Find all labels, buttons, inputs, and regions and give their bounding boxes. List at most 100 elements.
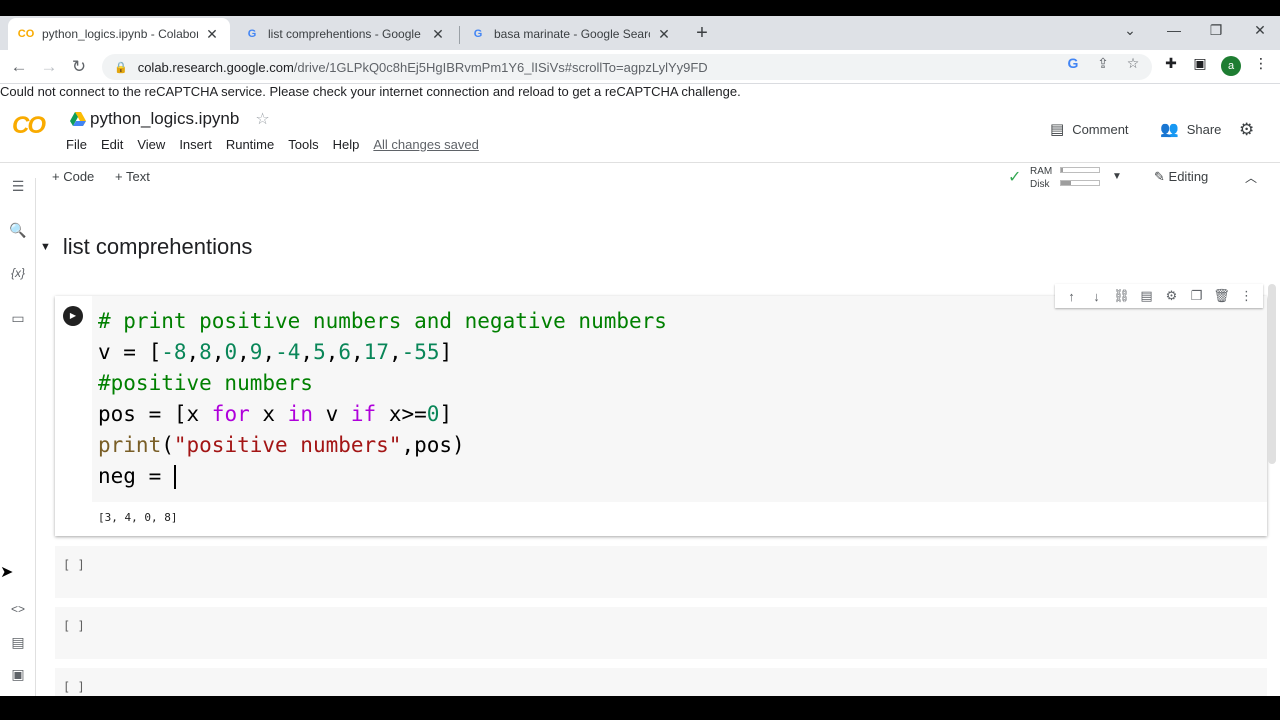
url-host: colab.research.google.com [137, 59, 294, 75]
collapse-header-icon[interactable]: ︿ [1245, 169, 1257, 186]
add-code-button[interactable]: + Code [52, 169, 94, 184]
forward-icon[interactable]: → [38, 56, 60, 78]
comment-icon[interactable]: ▤ [1134, 288, 1159, 304]
menu-tools[interactable]: Tools [288, 137, 318, 152]
bookmark-star-icon[interactable]: ☆ [1124, 55, 1142, 72]
more-options-icon[interactable]: ⋮ [1234, 288, 1259, 304]
move-down-icon[interactable]: ↓ [1084, 289, 1109, 304]
section-title: list comprehentions [62, 234, 253, 259]
tab-colab[interactable]: CO python_logics.ipynb - Colaborato ✕ [8, 18, 230, 50]
files-folder-icon[interactable]: ▭ [8, 310, 28, 327]
pencil-icon: ✎ [1154, 169, 1165, 184]
side-panel-icon[interactable]: ▣ [1191, 55, 1209, 72]
restore-icon[interactable]: ❐ [1206, 22, 1226, 39]
extensions-icon[interactable]: ✚ [1162, 55, 1180, 72]
run-cell-button[interactable]: ▶ [63, 306, 83, 326]
code-text[interactable]: # print positive numbers and negative nu… [98, 306, 667, 492]
cell-actions-toolbar: ↑ ↓ ⛓ ▤ ⚙ ❐ 🗑 ⋮ [1055, 284, 1263, 308]
profile-avatar[interactable]: a [1221, 56, 1241, 76]
star-icon[interactable]: ☆ [255, 109, 269, 129]
menu-bar: File Edit View Insert Runtime Tools Help… [66, 137, 493, 152]
url-path: /drive/1GLPkQ0c8hEj5HgIBRvmPm1Y6_lISiVs#… [293, 59, 708, 75]
share-label: Share [1186, 121, 1222, 137]
terminal-icon[interactable]: ▣ [8, 666, 28, 683]
run-indicator[interactable]: [ ] [63, 680, 85, 694]
share-page-icon[interactable]: ⇪ [1094, 55, 1112, 72]
settings-button[interactable]: ⚙ [1239, 120, 1262, 140]
google-drive-icon[interactable] [70, 112, 86, 126]
run-indicator[interactable]: [ ] [63, 558, 85, 572]
code-snippets-icon[interactable]: <> [8, 602, 28, 616]
text-cursor [173, 465, 176, 489]
ram-label: RAM [1030, 166, 1053, 177]
delete-icon[interactable]: 🗑 [1209, 288, 1234, 304]
chrome-menu-icon[interactable]: ⋮ [1252, 55, 1270, 72]
editing-mode-button[interactable]: ✎ Editing [1154, 169, 1208, 185]
mouse-pointer-icon: ➤ [0, 564, 14, 581]
comment-button[interactable]: ▤ Comment [1050, 120, 1129, 138]
back-icon[interactable]: ← [8, 56, 30, 78]
gear-icon[interactable]: ⚙ [1159, 288, 1184, 304]
close-window-icon[interactable]: ✕ [1250, 22, 1270, 39]
resources-indicator[interactable]: RAM Disk [1030, 165, 1052, 191]
menu-view[interactable]: View [137, 137, 165, 152]
minimize-icon[interactable]: — [1164, 22, 1184, 38]
google-lens-icon[interactable]: G [1064, 55, 1082, 71]
tab-list-comprehentions[interactable]: G list comprehentions - Google Se ✕ [234, 18, 456, 50]
tab-search-chevron-icon[interactable]: ⌄ [1120, 22, 1140, 39]
google-favicon-icon: G [473, 28, 483, 40]
colab-favicon-icon: CO [17, 28, 35, 40]
code-cell[interactable]: ▶ # print positive numbers and negative … [55, 284, 1267, 536]
mirror-cell-icon[interactable]: ❐ [1184, 288, 1209, 304]
empty-code-cell[interactable]: [ ] [55, 546, 1267, 598]
tab-title: basa marinate - Google Search [494, 27, 650, 41]
close-tab-icon[interactable]: ✕ [430, 26, 446, 43]
resources-dropdown-icon[interactable]: ▼ [1112, 171, 1122, 182]
menu-runtime[interactable]: Runtime [226, 137, 274, 152]
share-button[interactable]: 👥 Share [1160, 120, 1221, 138]
people-icon: 👥 [1160, 121, 1179, 138]
cell-output: [3, 4, 0, 8] [98, 511, 178, 524]
empty-code-cell[interactable]: [ ] [55, 607, 1267, 659]
close-tab-icon[interactable]: ✕ [204, 26, 220, 43]
section-heading: ▼ list comprehentions [40, 234, 252, 260]
scrollbar[interactable] [1268, 284, 1276, 464]
collapse-section-icon[interactable]: ▼ [40, 241, 51, 253]
link-icon[interactable]: ⛓ [1109, 288, 1134, 304]
browser-tabbar: CO python_logics.ipynb - Colaborato ✕ G … [0, 16, 1280, 50]
menu-insert[interactable]: Insert [179, 137, 212, 152]
gear-icon: ⚙ [1239, 120, 1255, 139]
variables-icon[interactable]: {x} [8, 266, 28, 280]
menu-help[interactable]: Help [333, 137, 360, 152]
command-palette-icon[interactable]: ▤ [8, 634, 28, 651]
captcha-error-message: Could not connect to the reCAPTCHA servi… [0, 84, 741, 99]
tab-title: list comprehentions - Google Se [268, 27, 424, 41]
search-icon[interactable]: 🔍 [8, 222, 28, 239]
comment-icon: ▤ [1050, 121, 1065, 138]
table-of-contents-icon[interactable]: ☰ [8, 178, 28, 195]
new-tab-icon[interactable]: + [692, 22, 712, 46]
ram-meter [1060, 167, 1100, 173]
ram-meter-fill [1061, 168, 1063, 172]
run-indicator[interactable]: [ ] [63, 619, 85, 633]
tab-title: python_logics.ipynb - Colaborato [42, 27, 198, 41]
menu-file[interactable]: File [66, 137, 87, 152]
tab-basa-marinate[interactable]: G basa marinate - Google Search ✕ [460, 18, 682, 50]
left-sidebar: ☰ 🔍 {x} ▭ <> ▤ ▣ [0, 178, 36, 696]
reload-icon[interactable]: ↻ [68, 56, 90, 78]
editing-label: Editing [1168, 169, 1209, 184]
disk-meter [1060, 180, 1100, 186]
add-text-button[interactable]: + Text [115, 169, 150, 184]
lock-icon: 🔒 [114, 61, 128, 74]
menu-edit[interactable]: Edit [101, 137, 123, 152]
colab-logo[interactable]: CO [12, 112, 52, 139]
save-status[interactable]: All changes saved [373, 137, 479, 152]
url-field[interactable]: 🔒 colab.research.google.com/drive/1GLPkQ… [102, 54, 1152, 80]
notebook-title[interactable]: python_logics.ipynb [90, 109, 239, 129]
empty-code-cell[interactable]: [ ] [55, 668, 1267, 696]
move-up-icon[interactable]: ↑ [1059, 289, 1084, 304]
close-tab-icon[interactable]: ✕ [656, 26, 672, 43]
address-bar: ← → ↻ 🔒 colab.research.google.com/drive/… [0, 50, 1280, 84]
colab-page: Could not connect to the reCAPTCHA servi… [0, 84, 1280, 696]
connected-check-icon: ✓ [1008, 169, 1022, 186]
